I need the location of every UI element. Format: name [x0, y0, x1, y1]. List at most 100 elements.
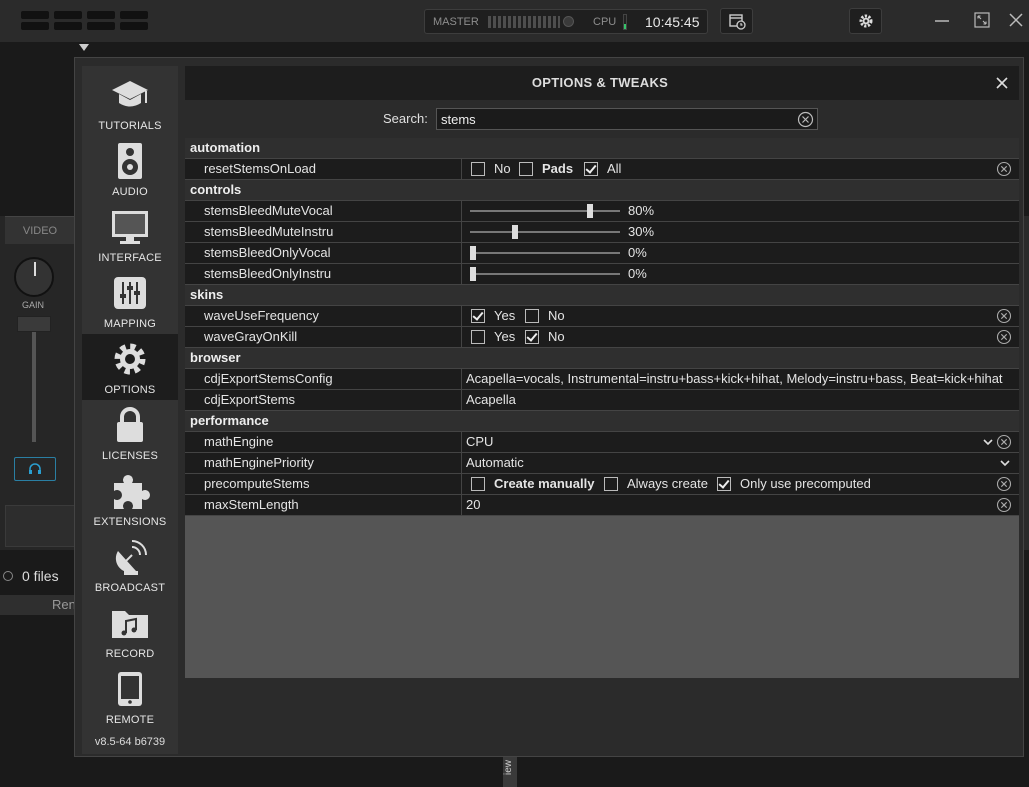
menu-pill-2[interactable]: [54, 11, 82, 19]
slider-track[interactable]: [470, 231, 620, 233]
search-label: Search:: [383, 111, 428, 126]
checkbox-no[interactable]: [471, 162, 485, 176]
option-value: 0%: [462, 243, 1019, 263]
chevron-down-icon[interactable]: [982, 435, 994, 449]
menu-pill-4[interactable]: [120, 11, 148, 19]
nav-item-audio[interactable]: AUDIO: [82, 136, 178, 202]
reset-icon[interactable]: [996, 476, 1012, 492]
checkbox-label: No: [548, 329, 565, 344]
calendar-clock-icon: [728, 14, 746, 30]
checkbox-always-create[interactable]: [604, 477, 618, 491]
option-row-stemsBleedMuteInstru: stemsBleedMuteInstru 30%: [185, 222, 1019, 243]
slider-thumb[interactable]: [470, 246, 476, 260]
slider-track[interactable]: [470, 252, 620, 254]
nav-item-interface[interactable]: INTERFACE: [82, 202, 178, 268]
option-value-field[interactable]: Acapella: [462, 390, 1019, 410]
checkbox-label: Only use precomputed: [740, 476, 871, 491]
gain-knob[interactable]: [14, 257, 54, 297]
checkbox-label: Always create: [627, 476, 708, 491]
menu-pill-8[interactable]: [120, 22, 148, 30]
master-knob[interactable]: [563, 16, 574, 27]
nav-item-options[interactable]: OPTIONS: [82, 334, 178, 400]
slider-thumb[interactable]: [470, 267, 476, 281]
nav-item-remote[interactable]: REMOTE: [82, 664, 178, 730]
master-status-box: MASTER CPU 10:45:45: [424, 9, 708, 34]
option-value-field[interactable]: 20: [462, 495, 1019, 515]
reset-icon[interactable]: [996, 434, 1012, 450]
option-value: 80%: [462, 201, 1019, 221]
volume-fader-handle[interactable]: [17, 316, 51, 332]
reset-icon[interactable]: [996, 308, 1012, 324]
checkbox-create-manually[interactable]: [471, 477, 485, 491]
option-row-cdjExportStemsConfig: cdjExportStemsConfig Acapella=vocals, In…: [185, 369, 1019, 390]
checkbox-only-use-precomputed[interactable]: [717, 477, 731, 491]
chevron-down-icon[interactable]: [999, 456, 1011, 470]
option-value-field[interactable]: Acapella=vocals, Instrumental=instru+bas…: [462, 369, 1019, 389]
option-name: cdjExportStemsConfig: [185, 369, 462, 389]
reset-icon[interactable]: [996, 161, 1012, 177]
nav-item-mapping[interactable]: MAPPING: [82, 268, 178, 334]
option-name: stemsBleedOnlyVocal: [185, 243, 462, 263]
checkbox-label: Create manually: [494, 476, 595, 491]
category-performance: performance: [185, 411, 1019, 432]
minimize-button[interactable]: [932, 10, 952, 30]
headphones-button[interactable]: [14, 457, 56, 481]
video-tab[interactable]: VIDEO: [5, 216, 75, 244]
gear-icon: [859, 14, 872, 28]
settings-button[interactable]: [849, 8, 882, 34]
dialog-close-button[interactable]: [991, 72, 1013, 94]
slider-thumb[interactable]: [512, 225, 518, 239]
option-value-text: Acapella=vocals, Instrumental=instru+bas…: [466, 371, 1003, 386]
option-value-text: 20: [466, 497, 481, 512]
menu-pill-7[interactable]: [87, 22, 115, 30]
option-dropdown[interactable]: Automatic: [462, 453, 1019, 473]
calendar-clock-button[interactable]: [720, 8, 753, 34]
category-automation: automation: [185, 138, 1019, 159]
nav-item-tutorials[interactable]: TUTORIALS: [82, 70, 178, 136]
dropdown-value: CPU: [466, 434, 494, 449]
option-name: stemsBleedMuteInstru: [185, 222, 462, 242]
checkbox-no[interactable]: [525, 309, 539, 323]
graduation-cap-icon: [112, 81, 148, 107]
reset-icon[interactable]: [996, 329, 1012, 345]
nav-label-licenses: LICENSES: [101, 450, 158, 462]
clock: 10:45:45: [645, 14, 700, 30]
window-close-button[interactable]: [1006, 10, 1026, 30]
reset-icon[interactable]: [996, 497, 1012, 513]
checkbox-all[interactable]: [584, 162, 598, 176]
option-value-text: Acapella: [466, 392, 516, 407]
nav-label-mapping: MAPPING: [103, 318, 157, 330]
close-icon: [1009, 13, 1023, 27]
category-skins: skins: [185, 285, 1019, 306]
slider-track[interactable]: [470, 210, 620, 212]
cpu-meter: [623, 14, 627, 30]
nav-label-extensions: EXTENSIONS: [93, 516, 167, 528]
browser-column-header[interactable]: Ren: [52, 597, 76, 612]
nav-item-record[interactable]: RECORD: [82, 598, 178, 664]
option-dropdown[interactable]: CPU: [462, 432, 1019, 452]
option-name: mathEngine: [185, 432, 462, 452]
nav-item-broadcast[interactable]: BROADCAST: [82, 532, 178, 598]
nav-label-record: RECORD: [105, 648, 155, 660]
slider-value: 30%: [628, 224, 655, 239]
checkbox-yes[interactable]: [471, 330, 485, 344]
monitor-icon: [112, 211, 148, 244]
slider-track[interactable]: [470, 273, 620, 275]
option-row-waveGrayOnKill: waveGrayOnKill Yes No: [185, 327, 1019, 348]
fullscreen-button[interactable]: [972, 10, 992, 30]
menu-pill-5[interactable]: [21, 22, 49, 30]
search-clear-icon[interactable]: [797, 111, 814, 128]
nav-label-audio: AUDIO: [112, 186, 148, 198]
checkbox-pads[interactable]: [519, 162, 533, 176]
option-name: waveGrayOnKill: [185, 327, 462, 347]
checkbox-no[interactable]: [525, 330, 539, 344]
menu-pill-3[interactable]: [87, 11, 115, 19]
option-row-stemsBleedMuteVocal: stemsBleedMuteVocal 80%: [185, 201, 1019, 222]
nav-item-extensions[interactable]: EXTENSIONS: [82, 466, 178, 532]
search-input[interactable]: [441, 111, 781, 128]
checkbox-yes[interactable]: [471, 309, 485, 323]
slider-thumb[interactable]: [587, 204, 593, 218]
nav-item-licenses[interactable]: LICENSES: [82, 400, 178, 466]
menu-pill-1[interactable]: [21, 11, 49, 19]
menu-pill-6[interactable]: [54, 22, 82, 30]
